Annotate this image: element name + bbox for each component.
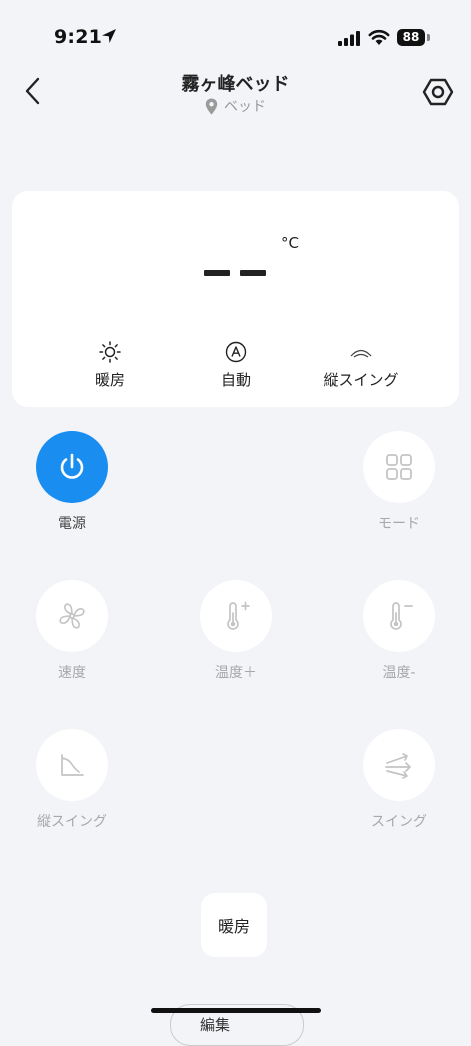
mode-status-label: 暖房: [94, 371, 125, 389]
power-label: 電源: [58, 516, 86, 532]
temperature-up-label: 温度＋: [215, 665, 257, 681]
vertical-swing-circle[interactable]: [36, 729, 108, 801]
temperature-up-circle[interactable]: [200, 580, 272, 652]
mode-status-auto: 自動: [186, 340, 286, 390]
fan-speed-circle[interactable]: [36, 580, 108, 652]
location-pin-icon: [205, 98, 218, 114]
edit-label: 編集: [200, 1016, 231, 1034]
status-time: 9:21: [54, 26, 103, 48]
temperature-unit: °C: [281, 234, 299, 252]
battery-tip: [427, 34, 430, 41]
cellular-signal-icon: [338, 31, 360, 46]
location-arrow-icon: [102, 29, 116, 43]
vertical-swing-angle-icon: [61, 754, 84, 776]
location-label: ベッド: [224, 99, 266, 115]
power-icon: [60, 453, 84, 479]
wifi-icon: [368, 29, 390, 45]
fan-icon: [59, 603, 85, 629]
settings-hex-icon[interactable]: [422, 76, 454, 108]
mode-button[interactable]: モード: [334, 431, 464, 533]
swing-label: スイング: [371, 814, 427, 830]
vertical-swing-icon: [350, 349, 372, 358]
fan-speed-button[interactable]: 速度: [7, 580, 137, 682]
mode-status-label: 縦スイング: [323, 371, 399, 389]
vertical-swing-label: 縦スイング: [37, 814, 107, 830]
home-indicator: [151, 1008, 321, 1013]
heat-mode-button[interactable]: 暖房: [201, 893, 267, 957]
mode-status-label: 自動: [220, 371, 251, 389]
mode-status-heat: 暖房: [60, 340, 160, 390]
thermometer-minus-icon: [390, 602, 413, 630]
temperature-placeholder-dash: [204, 270, 230, 276]
device-location: ベッド: [0, 96, 471, 116]
fan-speed-label: 速度: [58, 665, 86, 681]
temperature-placeholder-dash: [240, 270, 266, 276]
mode-status-vertical-swing: 縦スイング: [311, 340, 411, 390]
battery-indicator: 88: [397, 29, 425, 46]
swing-circle[interactable]: [363, 729, 435, 801]
power-button[interactable]: 電源: [7, 431, 137, 533]
grid-icon: [386, 454, 412, 480]
temperature-down-button[interactable]: 温度-: [334, 580, 464, 682]
auto-a-icon: [225, 341, 247, 363]
device-title: 霧ヶ峰ベッド: [181, 74, 290, 95]
power-circle[interactable]: [36, 431, 108, 503]
heat-mode-label: 暖房: [217, 917, 250, 936]
mode-circle[interactable]: [363, 431, 435, 503]
sun-icon: [99, 341, 121, 363]
horizontal-swing-icon: [385, 753, 411, 779]
thermometer-plus-icon: [227, 601, 250, 630]
temperature-down-circle[interactable]: [363, 580, 435, 652]
vertical-swing-button[interactable]: 縦スイング: [7, 729, 137, 831]
temperature-down-label: 温度-: [382, 665, 416, 681]
temperature-up-button[interactable]: 温度＋: [171, 580, 301, 682]
mode-label: モード: [378, 516, 420, 532]
swing-button[interactable]: スイング: [334, 729, 464, 831]
